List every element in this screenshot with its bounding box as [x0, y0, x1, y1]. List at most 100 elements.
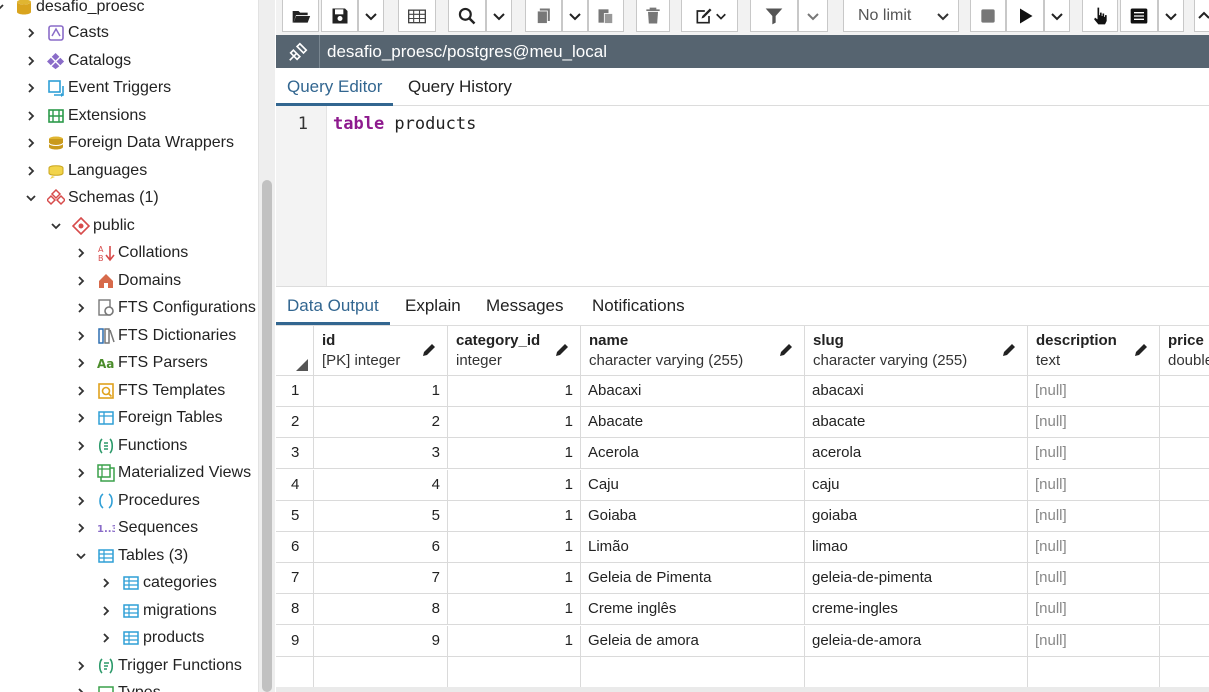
table-cell[interactable]	[1160, 470, 1209, 501]
tab-query-editor[interactable]: Query Editor	[276, 68, 394, 106]
table-cell[interactable]: 3	[314, 438, 448, 469]
copy-options-dropdown[interactable]	[562, 0, 588, 32]
table-cell[interactable]: 8	[314, 594, 448, 625]
chevron-right-icon[interactable]	[74, 301, 88, 315]
tree-item-products[interactable]: products	[99, 625, 204, 651]
table-cell[interactable]: geleia-de-pimenta	[805, 563, 1028, 594]
save-file-button[interactable]	[321, 0, 358, 32]
table-cell[interactable]: [null]	[1028, 376, 1160, 407]
execute-button[interactable]	[1006, 0, 1044, 32]
chevron-right-icon[interactable]	[24, 136, 38, 150]
tree-item-migrations[interactable]: migrations	[99, 598, 217, 624]
tree-item-desafio-proesc[interactable]: desafio_proesc	[0, 0, 145, 20]
grid-horizontal-scrollbar[interactable]	[276, 687, 1209, 692]
chevron-down-icon[interactable]	[24, 191, 38, 205]
tree-item-domains[interactable]: Domains	[74, 268, 181, 294]
tree-item-categories[interactable]: categories	[99, 570, 217, 596]
paste-button[interactable]	[588, 0, 624, 32]
table-cell[interactable]: abacaxi	[805, 376, 1028, 407]
row-number[interactable]: 2	[276, 407, 314, 438]
table-cell[interactable]: Creme inglês	[581, 594, 805, 625]
table-cell[interactable]: [null]	[1028, 470, 1160, 501]
explain-options-dropdown[interactable]	[1158, 0, 1184, 32]
table-cell[interactable]: [null]	[1028, 532, 1160, 563]
chevron-right-icon[interactable]	[74, 246, 88, 260]
table-cell[interactable]: geleia-de-amora	[805, 626, 1028, 657]
tab-explain[interactable]: Explain	[394, 287, 472, 325]
table-cell[interactable]: goiaba	[805, 501, 1028, 532]
tree-item-trigger-functions[interactable]: Trigger Functions	[74, 653, 242, 679]
table-cell[interactable]: 1	[448, 438, 581, 469]
execute-options-dropdown[interactable]	[1044, 0, 1070, 32]
table-cell[interactable]: 1	[448, 626, 581, 657]
table-cell[interactable]	[1160, 563, 1209, 594]
table-cell[interactable]: 1	[448, 407, 581, 438]
row-number[interactable]: 3	[276, 438, 314, 469]
chevron-right-icon[interactable]	[99, 604, 113, 618]
table-cell[interactable]: abacate	[805, 407, 1028, 438]
row-number[interactable]: 9	[276, 626, 314, 657]
chevron-right-icon[interactable]	[74, 466, 88, 480]
chevron-right-icon[interactable]	[74, 384, 88, 398]
tree-item-schemas[interactable]: Schemas (1)	[24, 185, 159, 211]
table-cell[interactable]: acerola	[805, 438, 1028, 469]
table-cell[interactable]	[1160, 501, 1209, 532]
edit-data-button[interactable]	[398, 0, 436, 32]
connection-status[interactable]	[276, 35, 320, 68]
chevron-right-icon[interactable]	[74, 659, 88, 673]
stop-button[interactable]	[970, 0, 1006, 32]
tree-item-sequences[interactable]: 1..3Sequences	[74, 515, 198, 541]
table-cell[interactable]: 1	[448, 594, 581, 625]
chevron-right-icon[interactable]	[74, 686, 88, 692]
tree-scrollbar[interactable]	[258, 0, 275, 692]
open-file-button[interactable]	[282, 0, 319, 32]
tree-item-extensions[interactable]: Extensions	[24, 103, 146, 129]
table-cell[interactable]: 1	[314, 376, 448, 407]
copy-button[interactable]	[525, 0, 562, 32]
tree-item-event-triggers[interactable]: Event Triggers	[24, 75, 171, 101]
save-options-dropdown[interactable]	[358, 0, 384, 32]
row-number[interactable]: 7	[276, 563, 314, 594]
sql-editor[interactable]: 1 table products	[276, 106, 1209, 286]
table-cell[interactable]	[1160, 407, 1209, 438]
tree-item-casts[interactable]: Casts	[24, 20, 109, 46]
tree-item-fts-parsers[interactable]: Aa FTS Parsers	[74, 350, 208, 376]
table-cell[interactable]: 9	[314, 626, 448, 657]
table-cell[interactable]: 7	[314, 563, 448, 594]
edit-sql-button[interactable]	[681, 0, 738, 32]
table-cell[interactable]: Geleia de Pimenta	[581, 563, 805, 594]
table-cell[interactable]	[1160, 376, 1209, 407]
chevron-right-icon[interactable]	[99, 631, 113, 645]
table-cell[interactable]	[1160, 532, 1209, 563]
chevron-right-icon[interactable]	[74, 411, 88, 425]
table-cell[interactable]: Acerola	[581, 438, 805, 469]
table-cell[interactable]: Abacaxi	[581, 376, 805, 407]
chevron-right-icon[interactable]	[99, 576, 113, 590]
table-cell[interactable]: creme-ingles	[805, 594, 1028, 625]
find-options-dropdown[interactable]	[486, 0, 512, 32]
row-number[interactable]: 4	[276, 470, 314, 501]
explain-button[interactable]	[1082, 0, 1118, 32]
table-cell[interactable]: limao	[805, 532, 1028, 563]
chevron-right-icon[interactable]	[24, 26, 38, 40]
tree-item-functions[interactable]: Functions	[74, 433, 187, 459]
tree-item-public[interactable]: public	[49, 213, 135, 239]
table-cell[interactable]: 1	[448, 376, 581, 407]
tree-item-fts-configurations[interactable]: FTS Configurations	[74, 295, 256, 321]
tree-item-materialized-views[interactable]: Materialized Views	[74, 460, 251, 486]
chevron-right-icon[interactable]	[74, 329, 88, 343]
chevron-down-icon[interactable]	[74, 549, 88, 563]
table-cell[interactable]: [null]	[1028, 501, 1160, 532]
tab-data-output[interactable]: Data Output	[276, 287, 390, 325]
tab-notifications[interactable]: Notifications	[581, 287, 696, 325]
table-cell[interactable]: Goiaba	[581, 501, 805, 532]
tree-item-collations[interactable]: A B Collations	[74, 240, 188, 266]
tree-item-tables[interactable]: Tables (3)	[74, 543, 188, 569]
table-cell[interactable]: 5	[314, 501, 448, 532]
tree-scrollbar-thumb[interactable]	[262, 180, 272, 692]
chevron-right-icon[interactable]	[24, 81, 38, 95]
table-cell[interactable]: 6	[314, 532, 448, 563]
table-cell[interactable]: [null]	[1028, 563, 1160, 594]
row-number[interactable]: 6	[276, 532, 314, 563]
table-cell[interactable]: [null]	[1028, 438, 1160, 469]
